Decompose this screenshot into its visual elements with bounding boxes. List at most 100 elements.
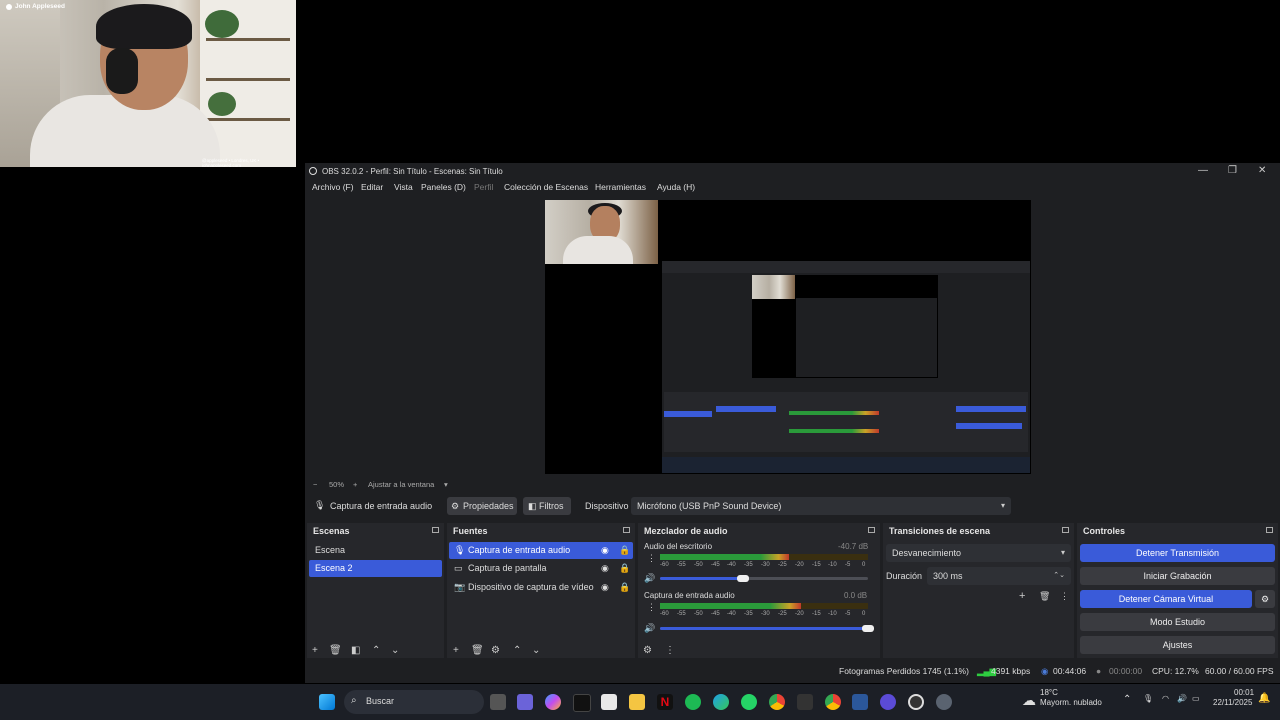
zoom-out-button[interactable]: −	[313, 480, 317, 489]
fit-window-label[interactable]: Ajustar a la ventana	[368, 480, 434, 489]
menu-herramientas[interactable]: Herramientas	[595, 182, 646, 192]
chevron-down-icon[interactable]: ⌄	[532, 645, 540, 656]
device-select[interactable]: Micrófono (USB PnP Sound Device) ▾	[631, 497, 1011, 515]
menu-ayuda[interactable]: Ayuda (H)	[657, 182, 695, 192]
notification-icon[interactable]: 🔔	[1258, 693, 1270, 704]
weather-icon[interactable]: ☁	[1022, 692, 1036, 709]
virtual-camera-settings-button[interactable]: ⚙	[1255, 590, 1275, 608]
duration-label: Duración	[886, 571, 923, 581]
undock-icon[interactable]	[1266, 527, 1273, 533]
volume-icon[interactable]: 🔊	[1177, 694, 1187, 703]
filters-button[interactable]: ◧ Filtros	[523, 497, 571, 515]
more-icon[interactable]: ⋮	[665, 645, 675, 656]
menu-archivo[interactable]: Archivo (F)	[312, 182, 354, 192]
obs-icon[interactable]	[908, 694, 924, 710]
settings-icon[interactable]	[936, 694, 952, 710]
windows-start-icon[interactable]	[319, 694, 335, 710]
spotify-icon[interactable]	[685, 694, 701, 710]
speaker-icon[interactable]: 🔊	[644, 573, 655, 584]
minimize-button[interactable]: —	[1198, 165, 1208, 176]
chevron-down-icon[interactable]: ▾	[444, 480, 448, 489]
trash-icon[interactable]: 🗑	[1039, 591, 1050, 602]
edge-icon[interactable]	[713, 694, 729, 710]
menu-perfil[interactable]: Perfil	[474, 182, 493, 192]
app-icon[interactable]	[880, 694, 896, 710]
wifi-icon[interactable]: ◠	[1162, 694, 1169, 703]
maximize-button[interactable]: ❐	[1228, 165, 1237, 176]
teams-icon[interactable]	[517, 694, 533, 710]
chrome-icon[interactable]	[769, 694, 785, 710]
microphone-icon[interactable]: 🎙	[1143, 694, 1153, 703]
lock-icon[interactable]: 🔒	[619, 542, 630, 559]
menu-coleccion-escenas[interactable]: Colección de Escenas	[504, 182, 588, 192]
task-view-icon[interactable]	[490, 694, 506, 710]
microphone-icon: 🎙	[454, 545, 466, 555]
selected-source-name: Captura de entrada audio	[330, 501, 433, 511]
menu-editar[interactable]: Editar	[361, 182, 383, 192]
eye-icon[interactable]: ◉	[601, 542, 609, 559]
zoom-in-button[interactable]: +	[353, 480, 357, 489]
meter-tick-label: -50	[694, 562, 703, 568]
scene-item[interactable]: Escena 2	[309, 560, 442, 577]
meter-tick-label: 0	[862, 611, 866, 617]
studio-mode-button[interactable]: Modo Estudio	[1080, 613, 1275, 631]
add-icon[interactable]: +	[312, 645, 318, 656]
scene-item[interactable]: Escena	[309, 542, 442, 559]
meter-tick-label: -25	[778, 611, 787, 617]
netflix-icon[interactable]: N	[657, 694, 673, 710]
eye-icon[interactable]: ◉	[601, 560, 609, 577]
source-item[interactable]: 📷 Dispositivo de captura de vídeo ◉ 🔒	[449, 579, 633, 596]
word-icon[interactable]	[852, 694, 868, 710]
properties-button[interactable]: ⚙ Propiedades	[447, 497, 517, 515]
chevron-up-icon[interactable]: ⌃	[1123, 694, 1131, 705]
add-icon[interactable]: +	[453, 645, 459, 656]
chevron-down-icon[interactable]: ⌄	[391, 645, 399, 656]
menu-paneles[interactable]: Paneles (D)	[421, 182, 466, 192]
source-item[interactable]: ▭ Captura de pantalla ◉ 🔒	[449, 560, 633, 577]
stop-virtual-camera-button[interactable]: Detener Cámara Virtual	[1080, 590, 1252, 608]
copilot-icon[interactable]	[545, 694, 561, 710]
gear-icon[interactable]: ⚙	[643, 645, 652, 656]
tiktok-icon[interactable]	[573, 694, 591, 712]
trash-icon[interactable]: 🗑	[471, 645, 484, 656]
duration-input[interactable]: 300 ms ⌃⌄	[927, 567, 1071, 585]
settings-button[interactable]: Ajustes	[1080, 636, 1275, 654]
undock-icon[interactable]	[623, 527, 630, 533]
volume-slider-knob[interactable]	[862, 625, 874, 632]
chevron-up-icon[interactable]: ⌃	[372, 645, 380, 656]
transitions-dock: Transiciones de escena Desvanecimiento ▾…	[883, 523, 1074, 658]
calendar-icon[interactable]	[601, 694, 617, 710]
undock-icon[interactable]	[1062, 527, 1069, 533]
start-recording-button[interactable]: Iniciar Grabación	[1080, 567, 1275, 585]
stop-stream-button[interactable]: Detener Transmisión	[1080, 544, 1275, 562]
lock-icon[interactable]: 🔒	[619, 560, 630, 577]
close-button[interactable]: ✕	[1258, 165, 1266, 176]
transition-select[interactable]: Desvanecimiento ▾	[886, 544, 1071, 562]
whatsapp-icon[interactable]	[741, 694, 757, 710]
source-item[interactable]: 🎙 Captura de entrada audio ◉ 🔒	[449, 542, 633, 559]
record-icon: ●	[1096, 666, 1102, 676]
speaker-icon[interactable]: 🔊	[644, 623, 655, 634]
chrome-icon[interactable]	[825, 694, 841, 710]
undock-icon[interactable]	[868, 527, 875, 533]
more-icon[interactable]: ⋮	[647, 553, 656, 564]
preview-canvas[interactable]	[545, 200, 1031, 474]
filter-icon[interactable]: ◧	[351, 645, 360, 656]
more-icon[interactable]: ⋮	[1060, 591, 1069, 602]
eye-icon[interactable]: ◉	[601, 579, 609, 596]
add-icon[interactable]: +	[1019, 590, 1025, 602]
taskbar-search[interactable]: ⌕ Buscar	[344, 690, 484, 714]
undock-icon[interactable]	[432, 527, 439, 533]
avatar-icon	[6, 4, 12, 10]
more-icon[interactable]: ⋮	[647, 602, 656, 613]
battery-icon[interactable]: ▭	[1192, 694, 1200, 703]
trash-icon[interactable]: 🗑	[329, 645, 342, 656]
gear-icon[interactable]: ⚙	[491, 645, 500, 656]
volume-slider-knob[interactable]	[737, 575, 749, 582]
notion-icon[interactable]	[797, 694, 813, 710]
chevron-up-icon[interactable]: ⌃	[513, 645, 521, 656]
stepper-icon[interactable]: ⌃⌄	[1053, 567, 1065, 585]
menu-vista[interactable]: Vista	[394, 182, 413, 192]
file-explorer-icon[interactable]	[629, 694, 645, 710]
lock-icon[interactable]: 🔒	[619, 579, 630, 596]
